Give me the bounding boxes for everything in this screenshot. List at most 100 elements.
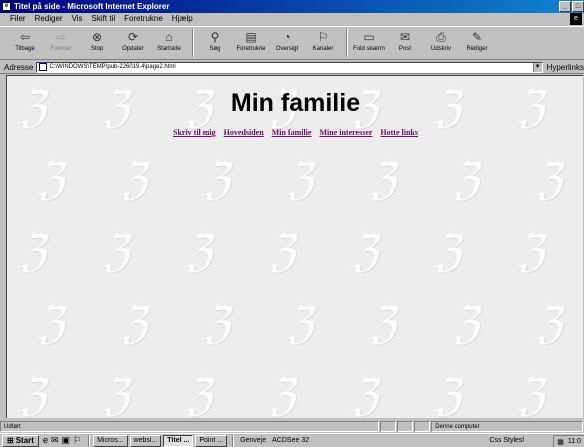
background-pattern-mark: ℨ [203, 154, 231, 205]
links-button[interactable]: Hyperlinks [543, 63, 584, 72]
toolbar-button-back[interactable]: ⇦ Tilbage [8, 27, 42, 59]
toolbar-button-label: Stop [90, 46, 104, 52]
history-icon: ◔ [283, 30, 291, 44]
back-icon: ⇦ [19, 30, 31, 44]
toolbar-button-home[interactable]: ⌂ Startside [152, 27, 186, 59]
status-text: Udført [4, 424, 21, 430]
menu-file[interactable]: Filer [6, 13, 30, 25]
link-hot-links[interactable]: Hotte links [380, 128, 418, 137]
toolbar-button-search[interactable]: ⚲ Søg [198, 27, 232, 59]
toolbar-button-print[interactable]: ⎙ Udskriv [424, 27, 458, 59]
menu-view[interactable]: Vis [68, 13, 87, 25]
channels-quicklaunch-icon[interactable]: ⚐ [73, 435, 81, 446]
address-value[interactable]: C:\WINDOWS\TEMP\pub-226019.4\page2.html [49, 64, 175, 70]
forward-icon: ⇨ [55, 30, 67, 44]
background-pattern-mark: ℨ [535, 298, 563, 349]
status-panel-2 [397, 421, 414, 432]
minimize-button[interactable]: _ [559, 1, 571, 12]
toolbar-button-refresh[interactable]: ⟳ Opdater [116, 27, 150, 59]
toolbar-button-label: Oversigt [275, 46, 299, 52]
toolbar-button-label: Rediger [466, 46, 488, 52]
window-controls: _ □ [559, 1, 584, 12]
link-write-to-me[interactable]: Skriv til mig [173, 128, 216, 137]
clock[interactable]: 11:0 [568, 438, 581, 445]
home-icon: ⌂ [165, 30, 173, 44]
toolbar: ⇦ Tilbage ⇨ Fremad ⊗ Stop ⟳ Opdater ⌂ Startside ⚲ S… [0, 26, 584, 60]
stop-icon: ⊗ [91, 30, 103, 44]
quick-launch: e ✉ ▣ ⚐ [39, 435, 85, 446]
task-ie-label: Titel ... [167, 437, 190, 444]
link-my-interests[interactable]: Mine interesser [319, 128, 372, 137]
menu-help[interactable]: Hjælp [168, 13, 197, 25]
toolbar-button-mail[interactable]: ✉ Post [388, 27, 422, 59]
task-ie-active[interactable]: Titel ... [163, 434, 194, 447]
status-panel-1 [380, 421, 397, 432]
outlook-quicklaunch-icon[interactable]: ✉ [51, 435, 59, 446]
favorites-icon: ▤ [245, 30, 257, 44]
menu-favorites[interactable]: Foretrukne [120, 13, 167, 25]
taskbar: ⊞ Start e ✉ ▣ ⚐ Micros... websi... Titel… [0, 433, 584, 447]
link-my-family[interactable]: Min familie [272, 128, 312, 137]
start-button[interactable]: ⊞ Start [2, 434, 39, 447]
background-pattern-mark: ℨ [19, 226, 47, 277]
menu-go[interactable]: Skift til [88, 13, 120, 25]
status-bar: Udført Denne computer [0, 421, 584, 432]
toolbar-button-label: Tilbage [15, 46, 35, 52]
print-icon: ⎙ [436, 30, 446, 44]
background-pattern-mark: ℨ [268, 226, 296, 277]
background-pattern-mark: ℨ [286, 298, 314, 349]
toolbar-button-label: Foretrukne [236, 46, 266, 52]
toolbar-button-label: Fremad [50, 46, 72, 52]
toolbar-button-channels[interactable]: ⚐ Kanaler [306, 27, 340, 59]
background-pattern-mark: ℨ [268, 370, 296, 418]
background-pattern-mark: ℨ [452, 154, 480, 205]
toolbar-button-edit[interactable]: ✎ Rediger [460, 27, 494, 59]
toolbar-button-label: Kanaler [312, 46, 334, 52]
toolbar-button-forward[interactable]: ⇨ Fremad [44, 27, 78, 59]
menu-bar: Filer Rediger Vis Skift til Foretrukne H… [0, 13, 584, 25]
background-pattern-mark: ℨ [517, 226, 545, 277]
task-paint[interactable]: Point ... [195, 434, 228, 447]
background-pattern-mark: ℨ [203, 298, 231, 349]
refresh-icon: ⟳ [127, 30, 139, 44]
fullscreen-icon: ▭ [363, 30, 375, 44]
link-home[interactable]: Hovedsiden [224, 128, 264, 137]
status-zone-panel: Denne computer [431, 421, 584, 432]
maximize-button[interactable]: □ [572, 1, 584, 12]
address-input[interactable]: C:\WINDOWS\TEMP\pub-226019.4\page2.html … [36, 61, 543, 73]
background-pattern-mark: ℨ [369, 298, 397, 349]
toolbar-button-label: Udskriv [430, 46, 451, 52]
background-pattern-mark: ℨ [37, 298, 65, 349]
page-nav-links: Skriv til mig Hovedsiden Min familie Min… [7, 128, 583, 137]
acdsee-shortcut[interactable]: ACDSee 32 [269, 437, 312, 444]
edit-icon: ✎ [471, 30, 483, 44]
css-shortcut[interactable]: Css Stylesl [489, 437, 524, 444]
toolbar-button-history[interactable]: ◔ Oversigt [270, 27, 304, 59]
menu-edit[interactable]: Rediger [31, 13, 67, 25]
mail-icon: ✉ [399, 30, 411, 44]
task-paint-label: Point ... [199, 437, 224, 444]
desktop-quicklaunch-icon[interactable]: ▣ [62, 435, 71, 446]
toolbar-button-stop[interactable]: ⊗ Stop [80, 27, 114, 59]
window-title: Titel på side - Microsoft Internet Explo… [14, 2, 170, 11]
ie-quicklaunch-icon[interactable]: e [43, 435, 48, 446]
background-pattern-mark: ℨ [517, 370, 545, 418]
genveje-toolbar[interactable]: Genveje [237, 437, 269, 444]
title-bar[interactable]: e Titel på side - Microsoft Internet Exp… [0, 0, 584, 13]
start-label: Start [15, 436, 34, 445]
tray-icon[interactable]: ▦ [557, 438, 564, 446]
zone-text: Denne computer [435, 424, 480, 430]
toolbar-button-favorites[interactable]: ▤ Foretrukne [234, 27, 268, 59]
background-pattern-mark: ℨ [120, 298, 148, 349]
ie-app-icon[interactable]: e [2, 2, 11, 11]
task-website-label: websi... [133, 437, 158, 444]
toolbar-button-label: Opdater [122, 46, 144, 52]
taskbar-separator [88, 434, 91, 447]
task-word[interactable]: Micros... [93, 434, 128, 447]
background-pattern-mark: ℨ [37, 154, 65, 205]
address-label: Adresse [4, 62, 34, 72]
chevron-down-icon[interactable]: ▼ [532, 62, 542, 72]
toolbar-button-fullscreen[interactable]: ▭ Fuld skærm [352, 27, 386, 59]
background-pattern-mark: ℨ [351, 226, 379, 277]
task-website[interactable]: websi... [129, 434, 162, 447]
